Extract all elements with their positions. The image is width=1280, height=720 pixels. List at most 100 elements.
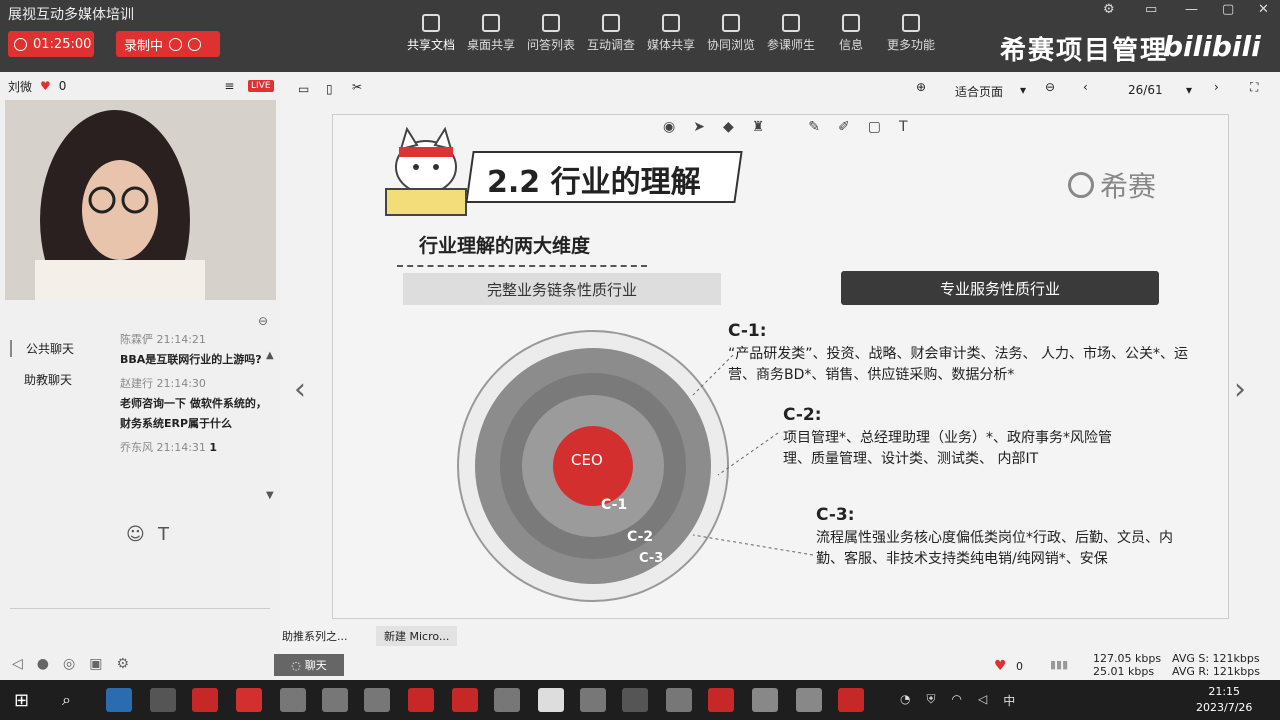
shield-icon[interactable]: ⛨ <box>926 692 935 709</box>
chat-text: 老师咨询一下 做软件系统的，财务系统ERP属于什么 <box>120 397 267 430</box>
minimize-icon[interactable]: — <box>1185 2 1198 17</box>
pause-icon[interactable] <box>169 37 183 51</box>
media-share-button[interactable]: 媒体共享 <box>641 14 701 53</box>
participants-button[interactable]: 参课师生 <box>761 14 821 53</box>
app-icon[interactable] <box>364 688 390 712</box>
powerpoint-icon[interactable] <box>708 688 734 712</box>
app-icon[interactable] <box>322 688 348 712</box>
app-icon[interactable] <box>666 688 692 712</box>
desktop-share-button[interactable]: 桌面共享 <box>461 14 521 53</box>
pointer-icon[interactable]: ➤ <box>693 119 705 135</box>
prev-slide-button[interactable]: ‹ <box>294 372 306 407</box>
app-icon[interactable] <box>796 688 822 712</box>
app-icon[interactable] <box>494 688 520 712</box>
camera-icon[interactable]: ◎ <box>63 656 75 672</box>
next-page-icon[interactable]: › <box>1214 80 1219 94</box>
tab-public-chat[interactable]: 公共聊天 <box>10 340 74 357</box>
browser-icon[interactable] <box>192 688 218 712</box>
zoom-select[interactable]: 适合页面 <box>955 83 1003 100</box>
eraser-icon[interactable]: ◆ <box>723 119 734 135</box>
stop-icon[interactable] <box>188 37 202 51</box>
xmind-icon[interactable] <box>408 688 434 712</box>
file-icon[interactable]: ▯ <box>326 82 333 96</box>
scroll-up-icon[interactable]: ▲ <box>266 350 274 361</box>
hd-icon[interactable]: ▣ <box>89 656 102 672</box>
upload-speed: 127.05 kbps <box>1093 652 1162 665</box>
marker-icon[interactable]: ✐ <box>838 119 850 135</box>
ie-icon[interactable] <box>106 688 132 712</box>
chat-app-icon[interactable] <box>150 688 176 712</box>
maximize-icon[interactable]: ▢ <box>1222 2 1234 17</box>
menu-icon[interactable]: ≡ <box>224 79 234 93</box>
mic-icon[interactable]: ● <box>37 656 49 672</box>
chat-time: 21:14:31 <box>156 441 206 454</box>
scissors-icon[interactable]: ✂ <box>352 80 362 94</box>
survey-button[interactable]: 互动调查 <box>581 14 641 53</box>
chevron-down-icon[interactable]: ▾ <box>1186 83 1192 97</box>
text-tool-icon[interactable]: T <box>899 119 908 135</box>
app-icon[interactable] <box>838 688 864 712</box>
tray-icon[interactable]: ◔ <box>900 692 910 709</box>
ime-icon[interactable]: 中 <box>1003 692 1015 709</box>
left-panel: 刘微 ♥ 0 ≡ LIVE ⊖ 公共聊天 助教聊天 陈霖俨 21:14:21 BB… <box>0 72 280 680</box>
divider <box>10 608 270 609</box>
record-button[interactable]: 录制中 <box>116 31 220 57</box>
brush-icon[interactable]: ♜ <box>752 119 765 135</box>
doc-tab[interactable]: 新建 Micro... <box>376 626 458 646</box>
tool-label: 信息 <box>838 38 863 52</box>
text-format-icon[interactable]: T <box>158 524 169 545</box>
p-app-icon[interactable] <box>538 688 564 712</box>
windows-start-icon[interactable]: ⊞ <box>14 690 29 711</box>
app-icon[interactable] <box>580 688 606 712</box>
wifi-icon[interactable]: ◠ <box>952 692 962 709</box>
info-button[interactable]: 信息 <box>821 14 881 53</box>
fullscreen-icon[interactable]: ⛶ <box>1250 80 1258 95</box>
chat-button[interactable]: ◌ 聊天 <box>274 654 344 676</box>
speaker-mute-icon[interactable]: ◁ <box>12 656 23 672</box>
search-icon[interactable]: ⌕ <box>62 690 71 710</box>
app-icon[interactable] <box>752 688 778 712</box>
doc-toolbar: ▭ ▯ ✂ ⊕ 适合页面 ▾ ⊖ ‹ 26/61 ▾ › ⛶ <box>280 72 1280 108</box>
share-doc-button[interactable]: 共享文档 <box>401 14 461 53</box>
like-count: 0 <box>1016 660 1023 673</box>
dashed-divider <box>397 265 647 267</box>
scroll-down-icon[interactable]: ▼ <box>266 490 274 501</box>
more-button[interactable]: 更多功能 <box>881 14 941 53</box>
volume-icon[interactable]: ◁ <box>978 692 987 709</box>
rectangle-icon[interactable]: ▢ <box>868 119 881 135</box>
qa-list-button[interactable]: 问答列表 <box>521 14 581 53</box>
co-browse-button[interactable]: 协同浏览 <box>701 14 761 53</box>
next-slide-button[interactable]: › <box>1234 372 1246 407</box>
chevron-down-icon[interactable]: ▾ <box>1020 83 1026 97</box>
avg-send: AVG S: 121kbps <box>1172 652 1260 665</box>
app-icon[interactable] <box>280 688 306 712</box>
heart-icon[interactable]: ♥ <box>994 658 1007 674</box>
tab-assistant-chat[interactable]: 助教聊天 <box>10 371 74 388</box>
timer-button[interactable]: 01:25:00 <box>8 31 94 57</box>
close-icon[interactable]: ✕ <box>1258 2 1269 17</box>
zoom-out-icon[interactable]: ⊖ <box>1045 80 1055 94</box>
pen-icon[interactable]: ✎ <box>808 119 820 135</box>
heart-icon[interactable]: ♥ <box>40 79 51 93</box>
prev-page-icon[interactable]: ‹ <box>1083 80 1088 94</box>
settings-icon[interactable]: ⚙ <box>116 656 129 672</box>
record-tool-icon[interactable]: ◉ <box>663 119 675 135</box>
folder-icon[interactable]: ▭ <box>298 82 309 96</box>
nvidia-icon[interactable] <box>622 688 648 712</box>
pdf-icon[interactable] <box>452 688 478 712</box>
chat-list: 陈霖俨 21:14:21 BBA是互联网行业的上游吗? 赵建行 21:14:30 老… <box>120 330 270 458</box>
zoom-in-icon[interactable]: ⊕ <box>916 80 926 94</box>
avg-receive: AVG R: 121kbps <box>1172 665 1260 678</box>
logo-icon <box>1068 172 1094 198</box>
collapse-icon[interactable]: ⊖ <box>258 314 268 328</box>
settings-icon[interactable]: ⚙ <box>1103 2 1115 17</box>
page-indicator[interactable]: 26/61 <box>1128 83 1163 97</box>
clock[interactable]: 21:15 2023/7/26 <box>1196 684 1252 716</box>
teacher-video <box>5 100 276 300</box>
circle-ceo: CEO <box>571 451 603 469</box>
emoji-icon[interactable]: ☺ <box>126 524 145 545</box>
meeting-app-icon[interactable] <box>236 688 262 712</box>
chat-message: 赵建行 21:14:30 老师咨询一下 做软件系统的，财务系统ERP属于什么 <box>120 374 270 434</box>
tag-icon[interactable]: ▭ <box>1145 2 1157 17</box>
doc-tab[interactable]: 助推系列之... <box>282 628 348 644</box>
